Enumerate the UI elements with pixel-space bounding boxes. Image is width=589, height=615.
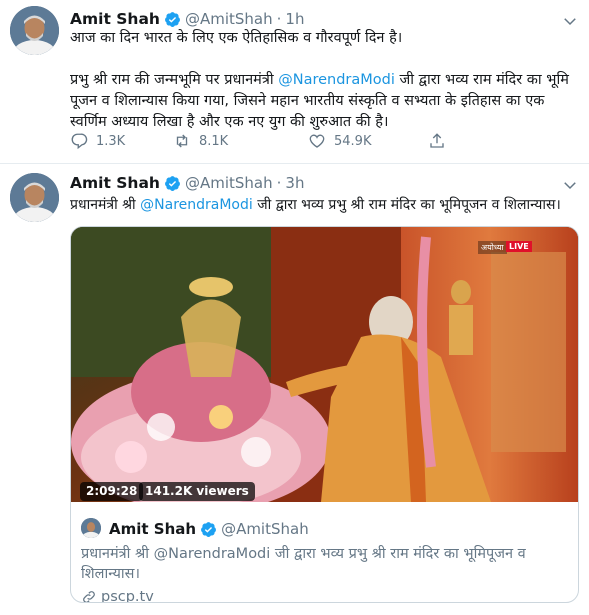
like-button[interactable]: 54.9K [308,132,428,150]
media-card[interactable]: अयोध्या LIVE 2:09:28 141.2K viewers Amit… [70,226,579,603]
like-count: 54.9K [334,133,372,149]
tweet[interactable]: Amit Shah @AmitShah · 3h प्रधानमंत्री श्… [0,164,589,615]
quote-header: Amit Shah @AmitShah [109,518,309,540]
reply-icon [71,133,88,150]
verified-badge-icon [164,11,181,28]
author-handle[interactable]: @AmitShah [185,174,273,192]
viewer-count: 141.2K viewers [139,482,255,501]
quote-text: प्रधानमंत्री श्री @NarendraModi जी द्वार… [81,546,526,582]
tweet-text: प्रधानमंत्री श्री @NarendraModi जी द्वार… [70,195,585,216]
avatar [81,518,101,538]
tweet-header: Amit Shah @AmitShah · 3h [70,172,304,194]
chevron-down-icon[interactable] [561,176,579,194]
separator: · [276,174,282,192]
mention-link[interactable]: @NarendraModi [140,197,253,213]
video-thumbnail [71,227,578,502]
tweet-actions: 1.3K 8.1K 54.9K [70,132,454,150]
avatar[interactable] [10,6,59,55]
verified-badge-icon [200,521,217,538]
author-handle[interactable]: @AmitShah [185,10,273,28]
author-name: Amit Shah [109,520,197,538]
tweet-paragraph: प्रभु श्री राम की जन्मभूमि पर प्रधानमंत्… [70,70,580,133]
author-name[interactable]: Amit Shah [70,174,160,192]
video-duration: 2:09:28 [80,482,144,501]
tweet-header: Amit Shah @AmitShah · 1h [70,8,304,30]
timestamp[interactable]: 1h [285,10,304,28]
tweet-text: आज का दिन भारत के लिए एक ऐतिहासिक व गौरव… [70,28,580,133]
separator: · [276,10,282,28]
retweet-button[interactable]: 8.1K [173,132,308,150]
author-handle: @AmitShah [221,520,309,538]
mention-link[interactable]: @NarendraModi [278,72,395,88]
author-name[interactable]: Amit Shah [70,10,160,28]
share-button[interactable] [428,132,454,150]
tweet-text-suffix: जी द्वारा भव्य प्रभु श्री राम मंदिर का भ… [252,197,561,213]
like-icon [309,134,325,148]
retweet-count: 8.1K [199,133,229,149]
video-player[interactable]: अयोध्या LIVE 2:09:28 141.2K viewers [71,227,578,502]
verified-badge-icon [164,175,181,192]
card-link[interactable]: pscp.tv [81,589,154,603]
tweet[interactable]: Amit Shah @AmitShah · 1h आज का दिन भारत … [0,0,589,164]
retweet-icon [176,134,188,148]
avatar[interactable] [10,173,59,222]
tweet-text-prefix: प्रभु श्री राम की जन्मभूमि पर प्रधानमंत्… [70,72,279,88]
reply-button[interactable]: 1.3K [70,132,173,150]
tweet-line: आज का दिन भारत के लिए एक ऐतिहासिक व गौरव… [70,30,403,46]
link-domain: pscp.tv [101,589,154,603]
reply-count: 1.3K [96,133,126,149]
tweet-text-prefix: प्रधानमंत्री श्री [70,197,141,213]
live-badge: LIVE [506,241,532,252]
link-icon [83,591,95,602]
timestamp[interactable]: 3h [285,174,304,192]
channel-logo: अयोध्या [478,241,507,254]
share-icon [430,133,444,148]
